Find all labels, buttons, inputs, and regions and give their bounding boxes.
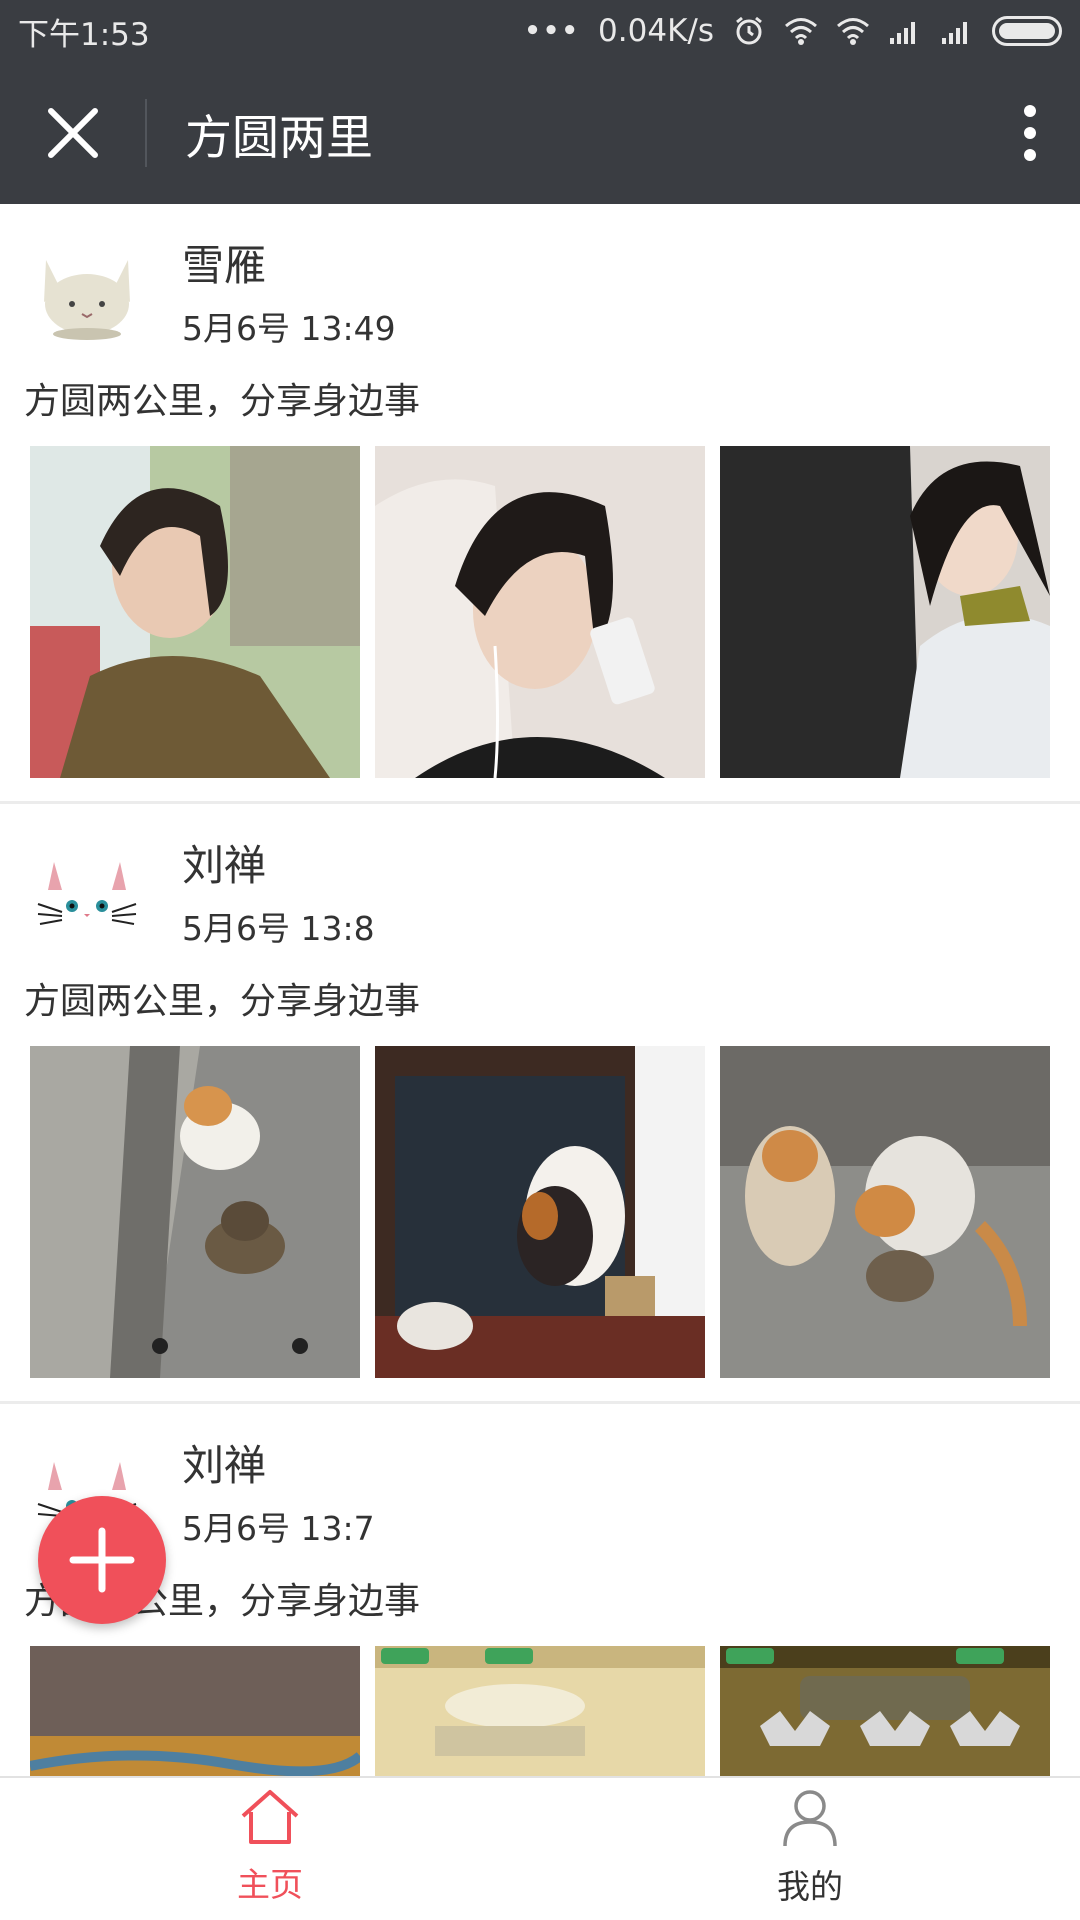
signal-icon (890, 22, 915, 44)
add-post-button[interactable] (38, 1496, 166, 1624)
tab-mine-label: 我的 (777, 1867, 843, 1906)
cats-on-curb-photo[interactable] (30, 1046, 360, 1378)
post-caption: 方圆两公里，分享身边事 (24, 981, 421, 1022)
white-cat-avatar (32, 842, 142, 952)
post-time: 5月6号 13:8 (182, 909, 375, 948)
username[interactable]: 雪雁 (182, 232, 266, 293)
photo-grid (30, 446, 1050, 778)
more-button[interactable] (980, 62, 1080, 204)
avatar[interactable] (32, 842, 142, 952)
status-bar: 下午1:53 ••• 0.04K/s (0, 0, 1080, 62)
alarm-icon (736, 16, 762, 45)
close-icon (47, 108, 98, 158)
feed-list: 雪雁 5月6号 13:49 方圆两公里，分享身边事 刘禅 5月6号 13:8 方… (0, 204, 1080, 1920)
nav-divider (145, 99, 147, 167)
home-icon (241, 1790, 299, 1844)
status-icons: ••• 0.04K/s (524, 13, 1062, 49)
photo-grid (30, 1046, 1050, 1378)
post-card[interactable]: 雪雁 5月6号 13:49 方圆两公里，分享身边事 (0, 204, 1080, 804)
two-girls-selfie-photo[interactable] (720, 446, 1050, 778)
battery-icon (992, 16, 1062, 46)
wifi-icon (837, 18, 869, 45)
status-time: 下午1:53 (18, 16, 150, 53)
plus-icon (69, 1527, 135, 1593)
cat-at-window-photo[interactable] (375, 1046, 705, 1378)
more-vertical-icon (1024, 105, 1036, 161)
tab-mine[interactable]: 我的 (540, 1778, 1080, 1920)
network-speed: 0.04K/s (598, 13, 714, 49)
cat-group-photo[interactable] (720, 1046, 1050, 1378)
tab-home-label: 主页 (237, 1865, 303, 1904)
post-time: 5月6号 13:7 (182, 1509, 375, 1548)
cat-face-avatar (32, 242, 142, 352)
girl-with-earphones-photo[interactable] (375, 446, 705, 778)
username[interactable]: 刘禅 (182, 1432, 266, 1493)
post-caption: 方圆两公里，分享身边事 (24, 381, 421, 422)
post-card[interactable]: 刘禅 5月6号 13:8 方圆两公里，分享身边事 (0, 804, 1080, 1404)
person-icon (783, 1790, 837, 1847)
close-button[interactable] (0, 62, 145, 204)
post-time: 5月6号 13:49 (182, 309, 396, 348)
bottom-tab-bar: 主页 我的 (0, 1776, 1080, 1920)
nav-bar: 方圆两里 (0, 62, 1080, 204)
status-dots: ••• (524, 16, 581, 46)
username[interactable]: 刘禅 (182, 832, 266, 893)
signal-icon (942, 22, 967, 44)
wifi-hd-icon (785, 18, 817, 45)
avatar[interactable] (32, 242, 142, 352)
tab-home[interactable]: 主页 (0, 1778, 540, 1920)
girl-in-car-photo[interactable] (30, 446, 360, 778)
page-title: 方圆两里 (185, 110, 373, 166)
